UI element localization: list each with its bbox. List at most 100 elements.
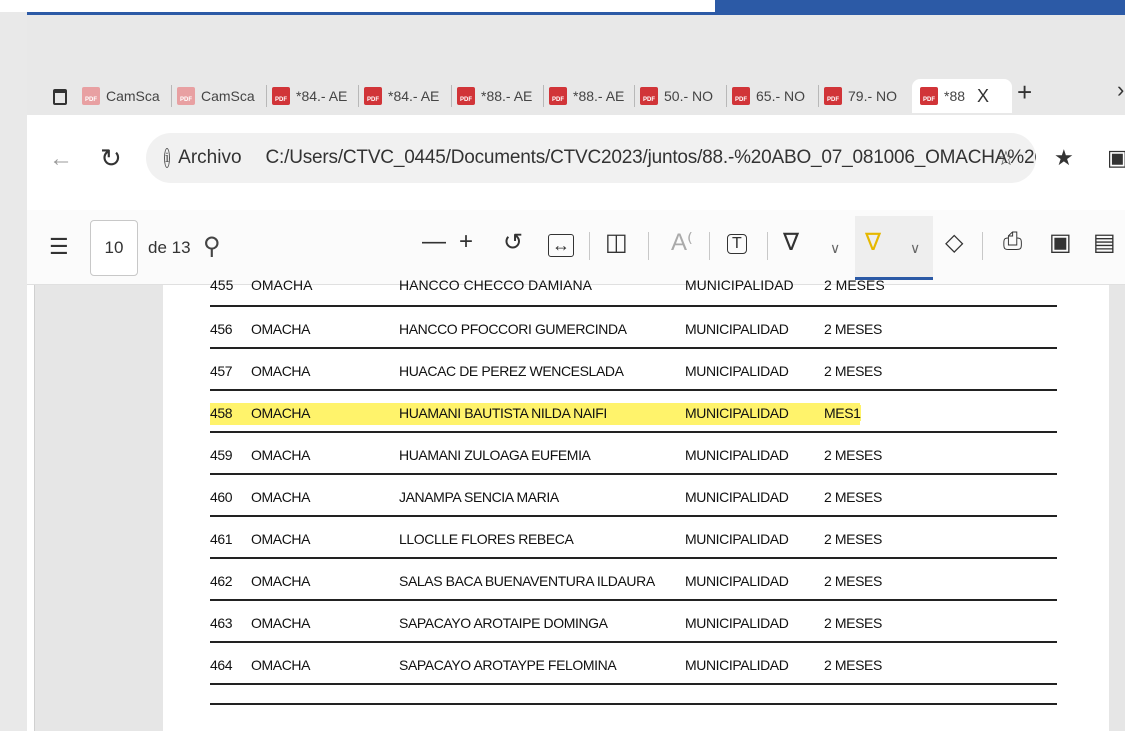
toolbar-divider (982, 232, 983, 260)
tab-label: 50.- NO (664, 88, 714, 104)
cell-place: OMACHA (251, 531, 311, 547)
tab-overflow-icon[interactable]: › (1117, 77, 1124, 103)
draw-icon[interactable]: ∇ (783, 228, 799, 257)
tab-divider (634, 85, 635, 107)
table-row: 463 OMACHA SAPACAYO AROTAIPE DOMINGA MUNICI… (210, 601, 1057, 643)
cell-name: HUAMANI ZULOAGA EUFEMIA (399, 447, 591, 463)
close-tab-icon[interactable]: X (977, 86, 989, 107)
cell-num: 459 (210, 447, 233, 463)
save-icon[interactable]: ▣ (1049, 228, 1072, 257)
tab-1[interactable]: PDF CamSca (82, 79, 162, 113)
cell-place: OMACHA (251, 405, 311, 421)
cell-period: 2 MESES (824, 615, 882, 631)
cell-period: 2 MESES (824, 489, 882, 505)
cell-place: OMACHA (251, 321, 311, 337)
tab-9[interactable]: PDF 79.- NO (824, 79, 904, 113)
tab-4[interactable]: PDF *84.- AE (364, 79, 444, 113)
table-row: 464 OMACHA SAPACAYO AROTAYPE FELOMINA MUNIC… (210, 643, 1057, 685)
zoom-out-icon[interactable]: — (422, 228, 446, 256)
cell-entity: MUNICIPALIDAD (685, 363, 789, 379)
draw-options-icon[interactable]: ∨ (830, 240, 840, 257)
url-text[interactable]: C:/Users/CTVC_0445/Documents/CTVC2023/ju… (266, 147, 1036, 169)
cell-place: OMACHA (251, 489, 311, 505)
reload-icon[interactable]: ↻ (100, 143, 122, 174)
table-row: 461 OMACHA LLOCLLE FLORES REBECA MUNICIPALI… (210, 517, 1057, 559)
tab-divider (358, 85, 359, 107)
table-of-contents-icon[interactable]: ☰ (49, 234, 69, 260)
cell-place: OMACHA (251, 657, 311, 673)
cell-num: 464 (210, 657, 233, 673)
collections-icon[interactable]: ▣ (1107, 145, 1125, 171)
eraser-icon[interactable]: ◇ (945, 228, 963, 257)
document-area: 455 OMACHA HANCCO CHECCO DAMIANA MUNICIP… (27, 277, 1125, 731)
fit-width-icon[interactable]: ↔ (548, 234, 574, 257)
tab-divider (171, 85, 172, 107)
cell-name: HANCCO CHECCO DAMIANA (399, 277, 592, 293)
tab-label: *84.- AE (388, 88, 440, 104)
cell-entity: MUNICIPALIDAD (685, 405, 789, 421)
tab-2[interactable]: PDF CamSca (177, 79, 257, 113)
cell-name: SAPACAYO AROTAYPE FELOMINA (399, 657, 617, 673)
favorites-icon[interactable]: ★ (1054, 145, 1074, 171)
pdf-icon: PDF (732, 87, 750, 105)
tab-7[interactable]: PDF 50.- NO (640, 79, 720, 113)
tab-label: *88.- AE (481, 88, 533, 104)
tab-divider (818, 85, 819, 107)
cell-name: SAPACAYO AROTAIPE DOMINGA (399, 615, 608, 631)
tab-6[interactable]: PDF *88.- AE (549, 79, 629, 113)
cell-period: 2 MESES (824, 531, 882, 547)
rotate-icon[interactable]: ↺ (503, 228, 523, 257)
info-icon[interactable]: i (164, 148, 171, 168)
cell-place: OMACHA (251, 615, 311, 631)
tab-divider (266, 85, 267, 107)
search-icon[interactable]: ⚲ (203, 232, 221, 261)
cell-entity: MUNICIPALIDAD (685, 615, 789, 631)
page-view-icon[interactable]: ◫ (605, 228, 628, 257)
page-number-input[interactable]: 10 (90, 220, 138, 276)
cell-period: 2 MESES (824, 363, 882, 379)
table-row: 459 OMACHA HUAMANI ZULOAGA EUFEMIA MUNICIPA… (210, 433, 1057, 475)
pdf-page: 455 OMACHA HANCCO CHECCO DAMIANA MUNICIP… (163, 277, 1109, 731)
tab-actions-icon[interactable] (53, 89, 67, 105)
read-aloud-icon[interactable]: A⁽ (671, 228, 693, 257)
back-icon[interactable]: ← (49, 145, 73, 173)
tab-8[interactable]: PDF 65.- NO (732, 79, 812, 113)
tab-label: CamSca (201, 88, 255, 104)
cell-period: 2 MESES (824, 321, 882, 337)
tab-label: *84.- AE (296, 88, 348, 104)
highlight-icon[interactable]: ∇ (865, 228, 881, 257)
toolbar-divider (648, 232, 649, 260)
cell-place: OMACHA (251, 363, 311, 379)
tab-label: CamSca (106, 88, 160, 104)
pdf-icon: PDF (920, 87, 938, 105)
zoom-in-icon[interactable]: + (459, 228, 473, 256)
pdf-icon: PDF (640, 87, 658, 105)
new-tab-button[interactable]: + (1017, 77, 1032, 108)
address-bar: ← ↻ i Archivo C:/Users/CTVC_0445/Documen… (27, 115, 1125, 210)
cell-period: 2 MESES (824, 573, 882, 589)
highlight-options-icon[interactable]: ∨ (910, 240, 920, 257)
add-text-icon[interactable]: T (727, 234, 747, 254)
pdf-icon: PDF (272, 87, 290, 105)
cell-period: 2 MESES (824, 277, 885, 293)
table-row-highlighted: 458 OMACHA HUAMANI BAUTISTA NILDA NAIFI MUN… (210, 391, 1057, 433)
add-favorite-icon[interactable]: ☆ (997, 146, 1015, 171)
tab-5[interactable]: PDF *88.- AE (457, 79, 537, 113)
save-as-icon[interactable]: ▤ (1093, 228, 1116, 257)
tab-label: *88 (944, 88, 966, 104)
cell-num: 455 (210, 277, 234, 293)
browser-window: PDF CamSca PDF CamSca PDF *84.- AE PDF *84.- AE… (27, 12, 1125, 731)
page-total: de 13 (148, 238, 191, 257)
cell-entity: MUNICIPALIDAD (685, 489, 789, 505)
tab-label: 79.- NO (848, 88, 898, 104)
cell-name: HUAMANI BAUTISTA NILDA NAIFI (399, 405, 607, 421)
cell-name: HANCCO PFOCCORI GUMERCINDA (399, 321, 627, 337)
cell-period: MES1 (824, 405, 861, 421)
url-field[interactable]: i Archivo C:/Users/CTVC_0445/Documents/C… (146, 133, 1036, 183)
print-icon[interactable]: ⎙ (1003, 228, 1022, 256)
pdf-icon: PDF (549, 87, 567, 105)
tab-3[interactable]: PDF *84.- AE (272, 79, 352, 113)
table-row-partial: 455 OMACHA HANCCO CHECCO DAMIANA MUNICIP… (210, 277, 1057, 307)
cell-entity: MUNICIPALIDAD (685, 531, 789, 547)
tab-10[interactable]: PDF *88 X (912, 79, 1012, 113)
